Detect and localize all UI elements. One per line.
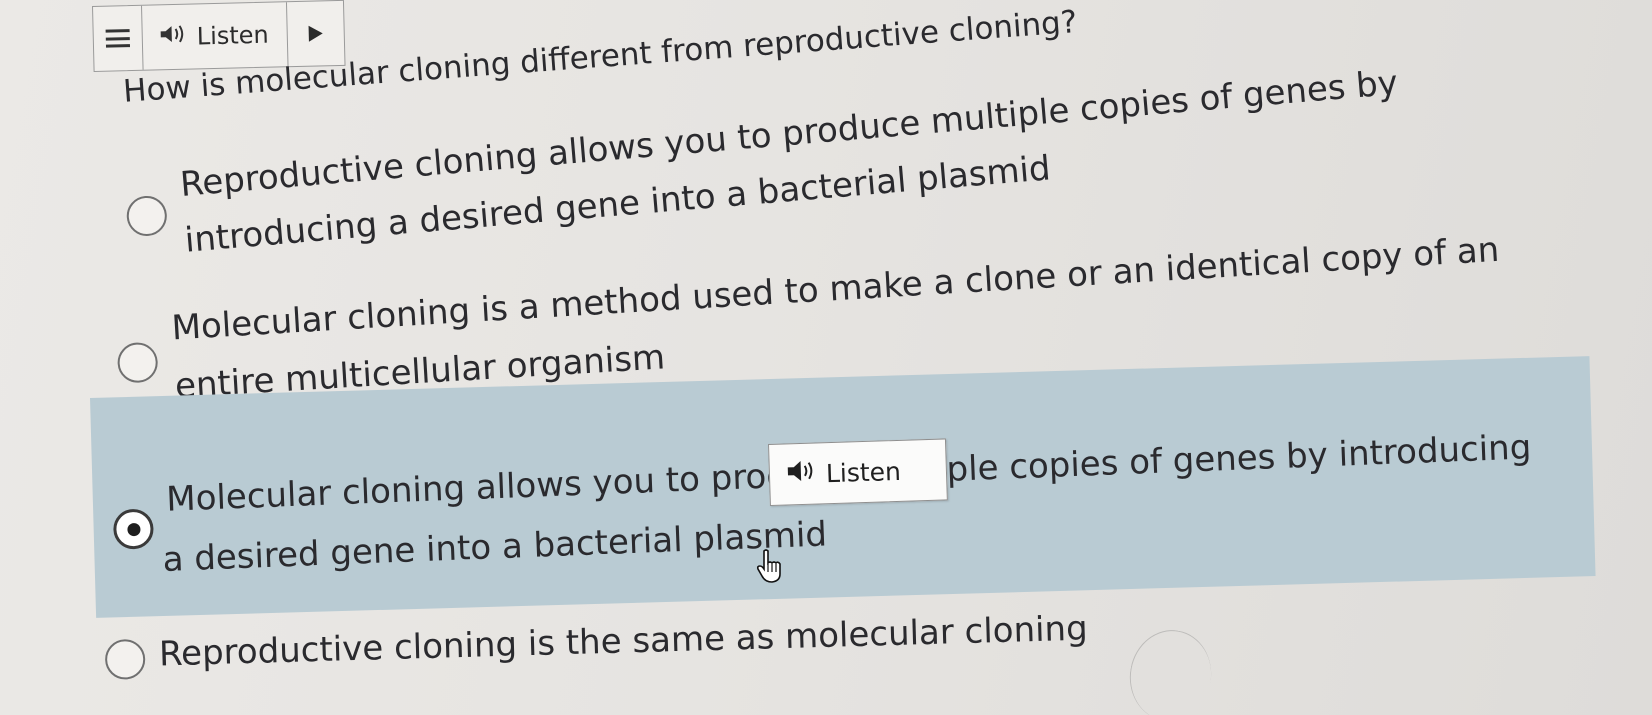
screen-glare <box>1122 623 1219 715</box>
toolbar-menu-button[interactable] <box>93 5 144 71</box>
speaker-icon <box>785 459 816 490</box>
hand-cursor-icon <box>755 548 785 588</box>
radio-button-2[interactable] <box>116 341 159 384</box>
radio-button-4[interactable] <box>104 638 146 680</box>
play-icon <box>308 25 323 42</box>
quiz-screen: Listen How is molecular cloning differen… <box>0 0 1652 715</box>
popup-listen-label: Listen <box>825 456 902 488</box>
radio-button-1[interactable] <box>125 194 169 238</box>
hamburger-menu-icon <box>105 29 131 48</box>
toolbar-listen-label: Listen <box>196 20 270 51</box>
option-4-line-1: Reproductive cloning is the same as mole… <box>158 608 1089 675</box>
speaker-icon <box>158 23 187 52</box>
listen-popup-button[interactable]: Listen <box>768 438 948 506</box>
toolbar-listen-button[interactable]: Listen <box>142 2 289 70</box>
toolbar-play-button[interactable] <box>287 1 345 66</box>
